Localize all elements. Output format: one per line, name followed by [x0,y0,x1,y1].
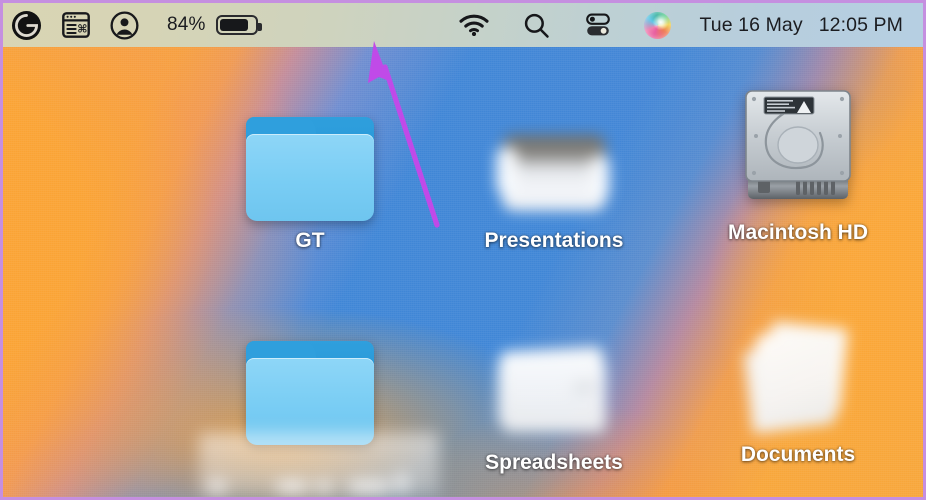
desktop-icon-label: Macintosh HD [727,221,868,244]
desktop-icon-label: GT [295,229,325,252]
blurred-folder-label [199,433,439,495]
battery-fill [219,19,249,31]
hard-drive-icon [738,73,858,213]
siri-icon[interactable] [628,3,687,47]
clock-date: Tue 16 May [699,13,803,36]
desktop-icon-gt[interactable]: GT [220,81,400,253]
desktop-icon-macintosh-hd[interactable]: Macintosh HD [708,73,888,245]
folder-tab [246,341,316,359]
desktop-icon-documents[interactable]: Documents [708,295,888,467]
menu-bar-clock[interactable]: Tue 16 May 12:05 PM [687,3,909,47]
desktop-icon-untitled-folder[interactable] [220,305,400,453]
folder-front [246,134,374,221]
blurred-presentation-icon [494,81,614,221]
folder-icon [246,81,374,221]
siri-orb [644,11,672,39]
desktop-icon-spreadsheets[interactable]: Spreadsheets [464,303,644,475]
blurred-spreadsheet-icon [489,303,619,443]
battery-icon [215,15,262,35]
folder-tab [246,117,316,135]
folder-front [246,358,374,445]
blurred-documents-icon [738,295,858,435]
shortcuts-window-icon[interactable]: ⌘ [52,3,100,47]
spotlight-search-icon[interactable] [505,3,568,47]
folder-icon [246,305,374,445]
macos-desktop-screen: ⌘ 84% Tue 16 May 12:05 PM GT Presentatio… [0,0,926,500]
desktop-icon-presentations[interactable]: Presentations [464,81,644,253]
battery-percent-label: 84% [167,14,206,35]
battery-status[interactable]: 84% [149,3,268,47]
control-center-icon[interactable] [568,3,628,47]
desktop-icon-label: Spreadsheets [485,451,623,474]
menu-bar: ⌘ 84% Tue 16 May 12:05 PM [3,3,923,47]
desktop-icon-label: Presentations [484,229,624,252]
svg-text:⌘: ⌘ [77,22,87,35]
clock-time: 12:05 PM [818,13,903,36]
grammarly-icon[interactable] [3,3,52,47]
menu-bar-right-group: Tue 16 May 12:05 PM [443,3,923,47]
user-account-icon[interactable] [100,3,149,47]
wifi-icon[interactable] [443,3,505,47]
menu-bar-left-group: ⌘ 84% [3,3,268,47]
desktop-icon-label: Documents [740,443,856,466]
